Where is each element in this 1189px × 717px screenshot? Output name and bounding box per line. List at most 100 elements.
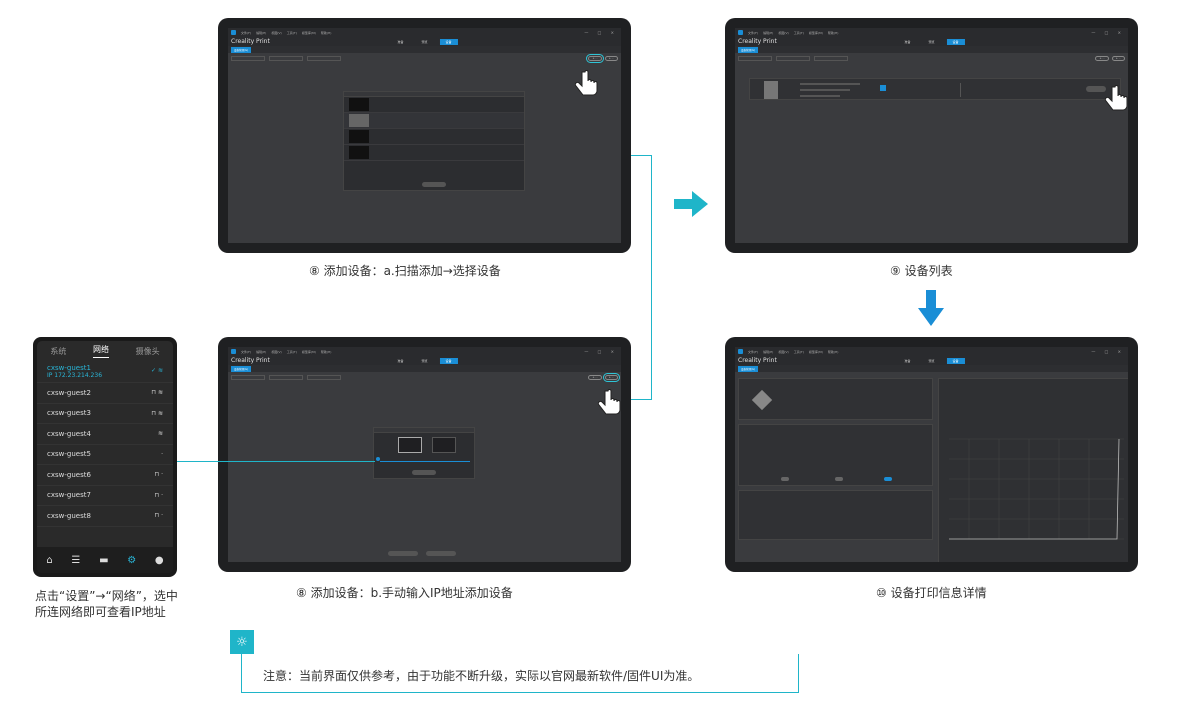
app-header: Creality Print 准备 预览 设备: [228, 37, 621, 46]
phone-tab-camera[interactable]: 摄像头: [136, 346, 160, 357]
phone-tab-system[interactable]: 系统: [50, 346, 66, 357]
toggle-switch[interactable]: [781, 477, 789, 481]
filter-select[interactable]: [307, 55, 341, 61]
menu-model[interactable]: 模型库(M): [809, 350, 823, 354]
menu-view[interactable]: 视图(V): [778, 31, 788, 35]
menu-tools[interactable]: 工具(T): [287, 31, 297, 35]
tab-preview[interactable]: 预览: [415, 358, 433, 364]
menu-file[interactable]: 文件(F): [241, 350, 251, 354]
tab-prepare[interactable]: 准备: [391, 358, 409, 364]
device-manage-chip[interactable]: 设备管理(G): [738, 46, 758, 53]
tab-preview[interactable]: 预览: [922, 39, 940, 45]
tab-device[interactable]: 设备: [946, 357, 965, 364]
main-tabs: 准备 预览 设备: [391, 38, 458, 45]
window-controls[interactable]: — □ ×: [584, 349, 618, 354]
tab-device[interactable]: 设备: [946, 38, 965, 45]
menu-model[interactable]: 模型库(M): [809, 31, 823, 35]
toggle-switch[interactable]: [884, 477, 892, 481]
scan-add-button[interactable]: + ···: [1095, 55, 1109, 61]
filter-select[interactable]: [269, 374, 303, 380]
network-item-selected[interactable]: cxsw-guest1 IP 172.23.214.236 ✓ ≋: [37, 361, 173, 383]
menu-help[interactable]: 帮助(H): [828, 31, 839, 35]
bottom-button[interactable]: [426, 551, 456, 556]
device-row[interactable]: [344, 145, 524, 161]
tab-device[interactable]: 设备: [439, 38, 458, 45]
device-row[interactable]: [344, 129, 524, 145]
menu-view[interactable]: 视图(V): [778, 350, 788, 354]
tab-preview[interactable]: 预览: [922, 358, 940, 364]
network-item[interactable]: cxsw-guest4 ≋: [37, 424, 173, 445]
menu-edit[interactable]: 编辑(E): [256, 350, 266, 354]
filter-select[interactable]: [307, 374, 341, 380]
device-row[interactable]: [344, 97, 524, 113]
user-icon[interactable]: ●: [155, 555, 164, 566]
menu-edit[interactable]: 编辑(E): [256, 31, 266, 35]
device-row[interactable]: [344, 113, 524, 129]
folder-icon[interactable]: ▬: [99, 555, 108, 566]
menu-tools[interactable]: 工具(T): [794, 31, 804, 35]
network-item[interactable]: cxsw-guest5 ·: [37, 445, 173, 465]
network-item[interactable]: cxsw-guest2 ⊓ ≋: [37, 383, 173, 404]
menu-edit[interactable]: 编辑(E): [763, 31, 773, 35]
app-title: Creality Print: [231, 357, 270, 364]
window-controls[interactable]: — □ ×: [584, 30, 618, 35]
tab-prepare[interactable]: 准备: [898, 39, 916, 45]
manual-add-button[interactable]: + ···: [1111, 55, 1125, 61]
filter-select[interactable]: [814, 55, 848, 61]
option-card[interactable]: [398, 437, 422, 453]
sliders-icon[interactable]: ☰: [71, 555, 80, 566]
network-item[interactable]: cxsw-guest6 ⊓ ·: [37, 465, 173, 486]
tablet-manual-add: 文件(F) 编辑(E) 视图(V) 工具(T) 模型库(M) 帮助(H) — □ × Cr…: [218, 337, 631, 572]
tab-prepare[interactable]: 准备: [391, 39, 409, 45]
hand-pointer-icon: [574, 70, 598, 96]
toggle-switch[interactable]: [835, 477, 843, 481]
menu-file[interactable]: 文件(F): [748, 350, 758, 354]
ip-radio[interactable]: [376, 457, 380, 461]
menu-model[interactable]: 模型库(M): [302, 350, 316, 354]
menu-file[interactable]: 文件(F): [748, 31, 758, 35]
bottom-button[interactable]: [388, 551, 418, 556]
filter-buttons: + ··· + ···: [1095, 55, 1125, 61]
window-controls[interactable]: — □ ×: [1091, 30, 1125, 35]
phone-tab-network[interactable]: 网络: [92, 344, 109, 358]
menu-tools[interactable]: 工具(T): [287, 350, 297, 354]
confirm-button[interactable]: [422, 182, 446, 187]
phone-screen: 系统 网络 摄像头 cxsw-guest1 IP 172.23.214.236 …: [37, 341, 173, 573]
filter-select[interactable]: [738, 55, 772, 61]
tab-preview[interactable]: 预览: [415, 39, 433, 45]
network-item[interactable]: cxsw-guest7 ⊓ ·: [37, 486, 173, 506]
scan-add-button[interactable]: + ···: [588, 374, 602, 380]
settings-icon[interactable]: ⚙: [127, 555, 136, 566]
window-controls[interactable]: — □ ×: [1091, 349, 1125, 354]
filter-select[interactable]: [776, 55, 810, 61]
scan-add-button[interactable]: + ···: [586, 53, 604, 63]
device-manage-chip[interactable]: 设备管理(G): [738, 365, 758, 372]
check-icon: ✓ ≋: [151, 367, 163, 374]
menu-help[interactable]: 帮助(H): [321, 350, 332, 354]
filter-select[interactable]: [231, 55, 265, 61]
menu-view[interactable]: 视图(V): [271, 350, 281, 354]
menu-tools[interactable]: 工具(T): [794, 350, 804, 354]
device-manage-chip[interactable]: 设备管理(G): [231, 365, 251, 372]
menu-view[interactable]: 视图(V): [271, 31, 281, 35]
menu-file[interactable]: 文件(F): [241, 31, 251, 35]
device-thumbnail: [349, 98, 369, 111]
network-item[interactable]: cxsw-guest3 ⊓ ≋: [37, 404, 173, 424]
manual-add-button[interactable]: + ···: [604, 55, 618, 61]
tab-prepare[interactable]: 准备: [898, 358, 916, 364]
ip-input[interactable]: [380, 458, 470, 462]
menu-model[interactable]: 模型库(M): [302, 31, 316, 35]
manual-add-button[interactable]: + ···: [602, 372, 621, 382]
device-manage-chip[interactable]: 设备管理(G): [231, 46, 251, 53]
confirm-button[interactable]: [412, 470, 436, 475]
network-item[interactable]: cxsw-guest8 ⊓ ·: [37, 506, 173, 527]
filter-select[interactable]: [231, 374, 265, 380]
filter-select[interactable]: [269, 55, 303, 61]
device-card[interactable]: [749, 78, 1121, 100]
home-icon[interactable]: ⌂: [46, 555, 52, 566]
tab-device[interactable]: 设备: [439, 357, 458, 364]
menu-help[interactable]: 帮助(H): [321, 31, 332, 35]
option-card[interactable]: [432, 437, 456, 453]
menu-help[interactable]: 帮助(H): [828, 350, 839, 354]
menu-edit[interactable]: 编辑(E): [763, 350, 773, 354]
